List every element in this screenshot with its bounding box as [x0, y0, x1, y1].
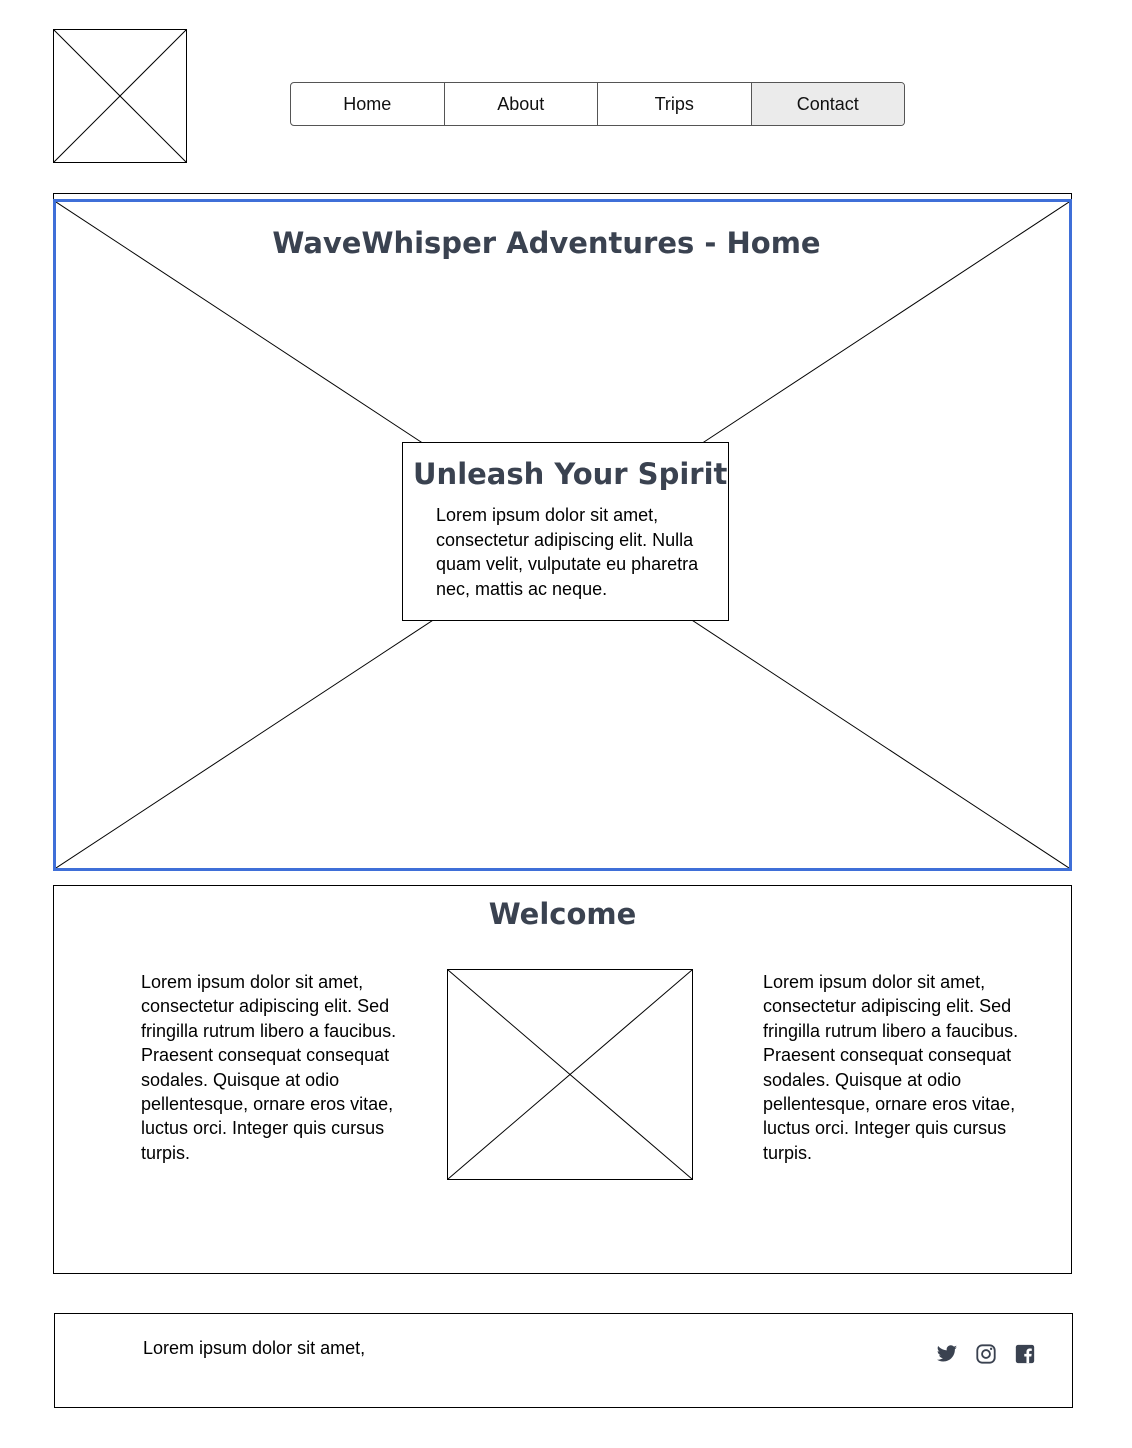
footer	[54, 1313, 1073, 1408]
hero-card-title: Unleash Your Spirit	[413, 457, 728, 491]
nav-item-trips[interactable]: Trips	[598, 83, 752, 125]
welcome-image-placeholder	[447, 969, 693, 1180]
page-title: WaveWhisper Adventures - Home	[272, 226, 821, 260]
welcome-title: Welcome	[488, 897, 637, 931]
footer-text: Lorem ipsum dolor sit amet,	[143, 1338, 366, 1358]
main-nav: Home About Trips Contact	[290, 82, 905, 126]
nav-item-contact[interactable]: Contact	[751, 83, 904, 125]
nav-item-about[interactable]: About	[445, 83, 598, 125]
hero-card-text: Lorem ipsum dolor sit amet, consectetur …	[436, 505, 699, 599]
logo-placeholder	[53, 29, 187, 163]
twitter-icon[interactable]	[936, 1343, 958, 1365]
welcome-right-text: Lorem ipsum dolor sit amet, consectetur …	[763, 972, 1019, 1163]
welcome-left-text: Lorem ipsum dolor sit amet, consectetur …	[141, 972, 397, 1163]
instagram-icon[interactable]	[975, 1343, 997, 1365]
facebook-icon[interactable]	[1014, 1343, 1036, 1365]
hero-card: Unleash Your Spirit Lorem ipsum dolor si…	[402, 442, 729, 621]
nav-item-home[interactable]: Home	[291, 83, 445, 125]
